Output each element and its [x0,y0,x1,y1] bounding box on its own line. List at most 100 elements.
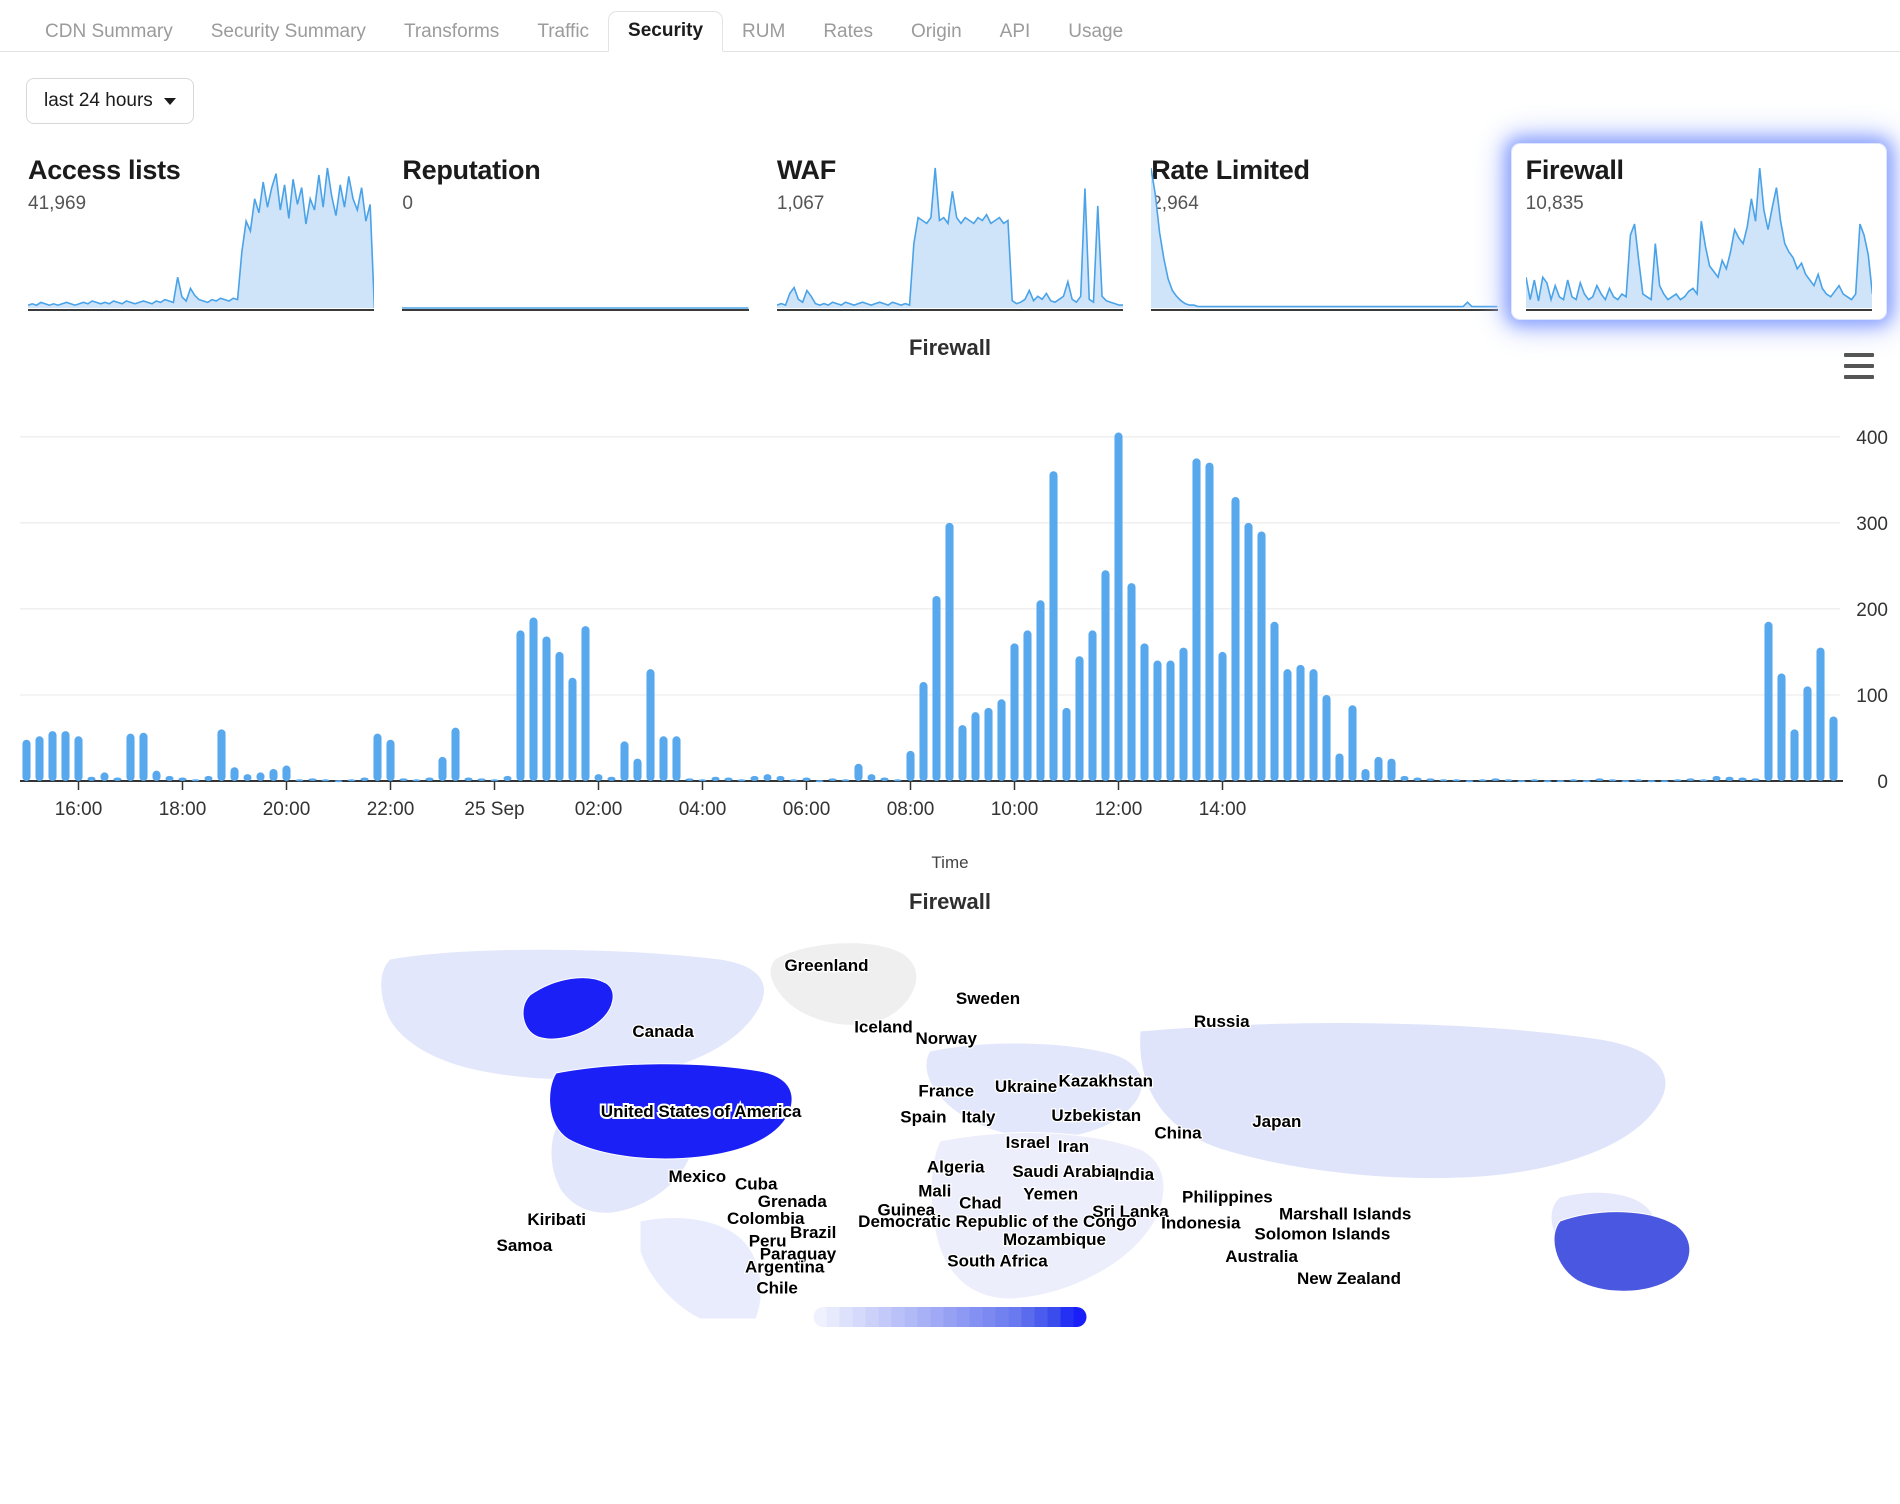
bar[interactable] [841,779,850,782]
tab-rum[interactable]: RUM [723,13,804,52]
bar[interactable] [607,776,616,781]
bar[interactable] [1023,630,1032,781]
bar[interactable] [906,750,915,781]
bar[interactable] [542,636,551,781]
bar[interactable] [1088,630,1097,781]
bar[interactable] [1335,753,1344,781]
bar[interactable] [1725,776,1734,781]
bar[interactable] [386,739,395,781]
bar[interactable] [568,677,577,781]
bar[interactable] [698,779,707,782]
bar[interactable] [1439,779,1448,782]
bar[interactable] [854,763,863,781]
bar[interactable] [412,779,421,782]
bar[interactable] [1491,778,1500,781]
time-range-picker[interactable]: last 24 hours [26,78,194,124]
bar[interactable] [555,651,564,781]
bar[interactable] [711,776,720,781]
bar[interactable] [1673,779,1682,782]
bar[interactable] [1036,600,1045,781]
tab-security[interactable]: Security [608,11,724,52]
bar[interactable] [620,741,629,781]
bar[interactable] [477,778,486,781]
bar[interactable] [1309,669,1318,781]
bar[interactable] [932,596,941,781]
bar[interactable] [1621,780,1630,783]
bar[interactable] [737,779,746,782]
bar[interactable] [1608,779,1617,782]
bar[interactable] [1751,778,1760,781]
bar[interactable] [464,777,473,781]
bar[interactable] [1010,643,1019,781]
bar[interactable] [334,780,343,783]
world-map[interactable]: Greenland Iceland Sweden Norway Russia Canada… [0,921,1900,1321]
bar[interactable] [1296,664,1305,781]
bar[interactable] [750,775,759,781]
bar[interactable] [74,736,83,781]
bar[interactable] [1647,780,1656,783]
bar[interactable] [1218,651,1227,781]
bar[interactable] [1283,669,1292,781]
bar[interactable] [48,731,57,781]
bar[interactable] [1712,775,1721,781]
bar[interactable] [126,733,135,781]
bar[interactable] [22,739,31,781]
bar[interactable] [984,707,993,781]
bar[interactable] [256,772,265,781]
bar[interactable] [828,778,837,781]
tab-usage[interactable]: Usage [1049,13,1142,52]
bar[interactable] [1595,778,1604,781]
bar[interactable] [1062,707,1071,781]
bar[interactable] [867,774,876,781]
bar[interactable] [997,699,1006,781]
bar[interactable] [1244,522,1253,781]
bar[interactable] [1114,432,1123,781]
bar[interactable] [1569,779,1578,782]
bar[interactable] [295,779,304,782]
tab-traffic[interactable]: Traffic [518,13,608,52]
bar[interactable] [1387,758,1396,781]
bar[interactable] [633,758,642,781]
bar[interactable] [282,765,291,781]
bar[interactable] [399,778,408,781]
bar[interactable] [581,626,590,781]
bar[interactable] [1504,779,1513,782]
bar[interactable] [893,779,902,782]
bar[interactable] [490,779,499,782]
bar[interactable] [1179,647,1188,781]
bar[interactable] [802,777,811,781]
bar[interactable] [308,778,317,781]
bar[interactable] [425,777,434,781]
bar[interactable] [1517,780,1526,783]
bar[interactable] [1153,660,1162,781]
bar[interactable] [1049,471,1058,781]
bar[interactable] [1400,775,1409,781]
bar[interactable] [1426,778,1435,781]
bar[interactable] [763,774,772,781]
bar[interactable] [1192,458,1201,781]
map-region-highlighted[interactable] [1553,1211,1691,1292]
bar[interactable] [1348,705,1357,781]
bar[interactable] [776,775,785,781]
tab-api[interactable]: API [981,13,1050,52]
bar[interactable] [191,779,200,782]
bar[interactable] [1777,673,1786,781]
bar[interactable] [1816,647,1825,781]
bar[interactable] [1634,779,1643,782]
bar[interactable] [1322,694,1331,781]
bar[interactable] [243,774,252,781]
bar[interactable] [87,776,96,781]
bar[interactable] [1738,777,1747,781]
bar[interactable] [945,522,954,781]
bar[interactable] [594,774,603,781]
bar[interactable] [516,630,525,781]
bar[interactable] [360,777,369,781]
bar[interactable] [1803,686,1812,781]
hamburger-menu-icon[interactable] [1844,353,1874,379]
bar[interactable] [672,736,681,781]
bar[interactable] [1543,780,1552,783]
bar[interactable] [1764,621,1773,781]
bar[interactable] [880,777,889,781]
bar-chart-plot[interactable]: 0 100 200 300 400 16:00 18:00 20:00 22:00 25 Sep 0… [0,371,1900,871]
bar[interactable] [1374,756,1383,781]
